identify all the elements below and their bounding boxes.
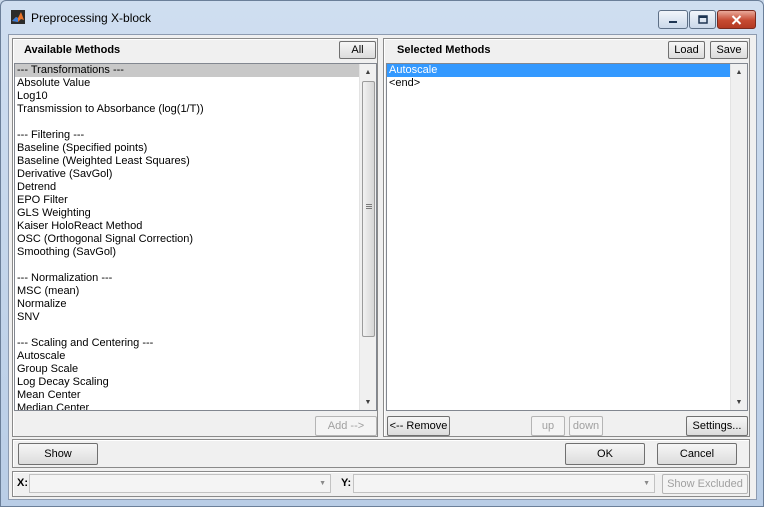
scroll-up-icon[interactable]: ▲ <box>731 64 747 80</box>
list-item[interactable]: Group Scale <box>15 363 359 376</box>
minimize-icon <box>669 20 677 23</box>
close-icon <box>731 14 742 25</box>
all-button[interactable]: All <box>339 41 376 59</box>
list-item[interactable]: Normalize <box>15 298 359 311</box>
title-bar[interactable]: Preprocessing X-block <box>1 1 763 33</box>
list-item[interactable]: OSC (Orthogonal Signal Correction) <box>15 233 359 246</box>
matlab-logo-icon <box>11 10 25 24</box>
list-item[interactable]: Autoscale <box>387 64 730 77</box>
scroll-down-icon[interactable]: ▼ <box>731 394 747 410</box>
window-title: Preprocessing X-block <box>31 11 152 25</box>
available-methods-panel: Available Methods All --- Transformation… <box>12 38 378 437</box>
list-item[interactable]: SNV <box>15 311 359 324</box>
list-item[interactable]: Kaiser HoloReact Method <box>15 220 359 233</box>
load-button[interactable]: Load <box>668 41 705 59</box>
selected-methods-title: Selected Methods <box>397 44 491 56</box>
dialog-client-area: Available Methods All --- Transformation… <box>8 34 757 500</box>
chevron-down-icon: ▼ <box>319 480 326 487</box>
list-item[interactable]: <end> <box>387 77 730 90</box>
settings-button[interactable]: Settings... <box>686 416 748 436</box>
available-methods-title: Available Methods <box>24 44 121 56</box>
minimize-button[interactable] <box>658 10 688 29</box>
list-item[interactable]: Smoothing (SavGol) <box>15 246 359 259</box>
list-item[interactable]: Autoscale <box>15 350 359 363</box>
y-axis-label: Y: <box>341 477 352 489</box>
list-item[interactable]: Mean Center <box>15 389 359 402</box>
list-item[interactable]: Median Center <box>15 402 359 410</box>
list-item[interactable]: Log Decay Scaling <box>15 376 359 389</box>
remove-button[interactable]: <-- Remove <box>387 416 450 436</box>
available-methods-list[interactable]: --- Transformations --- Absolute Value Log… <box>14 63 377 411</box>
list-item[interactable]: --- Normalization --- <box>15 272 359 285</box>
selected-methods-items: Autoscale <end> <box>387 64 747 90</box>
y-axis-select[interactable]: ▼ <box>353 474 655 493</box>
list-item[interactable]: --- Filtering --- <box>15 129 359 142</box>
action-bar: Show OK Cancel <box>12 439 750 468</box>
list-item[interactable]: EPO Filter <box>15 194 359 207</box>
chevron-down-icon: ▼ <box>643 480 650 487</box>
list-item[interactable]: --- Transformations --- <box>15 64 359 77</box>
selected-methods-panel: Selected Methods Load Save Autoscale <end… <box>383 38 750 437</box>
up-button[interactable]: up <box>531 416 565 436</box>
list-item[interactable]: Derivative (SavGol) <box>15 168 359 181</box>
available-list-scrollbar[interactable]: ▲ ▼ <box>359 64 376 410</box>
save-button[interactable]: Save <box>710 41 748 59</box>
down-button[interactable]: down <box>569 416 603 436</box>
selected-list-scrollbar[interactable]: ▲ ▼ <box>730 64 747 410</box>
x-axis-select[interactable]: ▼ <box>29 474 331 493</box>
list-item[interactable] <box>15 116 359 129</box>
list-item[interactable]: GLS Weighting <box>15 207 359 220</box>
maximize-icon <box>697 15 708 24</box>
scroll-down-icon[interactable]: ▼ <box>360 394 376 410</box>
show-excluded-button[interactable]: Show Excluded <box>662 474 748 494</box>
x-axis-label: X: <box>17 477 28 489</box>
ok-button[interactable]: OK <box>565 443 645 465</box>
scrollbar-thumb[interactable] <box>362 81 375 337</box>
close-button[interactable] <box>717 10 756 29</box>
axis-selection-bar: X: ▼ Y: ▼ Show Excluded <box>12 471 750 497</box>
list-item[interactable]: Baseline (Weighted Least Squares) <box>15 155 359 168</box>
cancel-button[interactable]: Cancel <box>657 443 737 465</box>
list-item[interactable]: --- Scaling and Centering --- <box>15 337 359 350</box>
show-button[interactable]: Show <box>18 443 98 465</box>
list-item[interactable] <box>15 259 359 272</box>
add-button[interactable]: Add --> <box>315 416 377 436</box>
list-item[interactable] <box>15 324 359 337</box>
available-methods-items: --- Transformations --- Absolute Value Log… <box>15 64 376 410</box>
list-item[interactable]: Transmission to Absorbance (log(1/T)) <box>15 103 359 116</box>
list-item[interactable]: Absolute Value <box>15 77 359 90</box>
list-item[interactable]: Log10 <box>15 90 359 103</box>
selected-methods-list[interactable]: Autoscale <end> ▲ ▼ <box>386 63 748 411</box>
preprocessing-window: Preprocessing X-block Available Methods … <box>0 0 764 507</box>
maximize-button[interactable] <box>689 10 716 29</box>
scroll-up-icon[interactable]: ▲ <box>360 64 376 80</box>
list-item[interactable]: MSC (mean) <box>15 285 359 298</box>
list-item[interactable]: Baseline (Specified points) <box>15 142 359 155</box>
list-item[interactable]: Detrend <box>15 181 359 194</box>
